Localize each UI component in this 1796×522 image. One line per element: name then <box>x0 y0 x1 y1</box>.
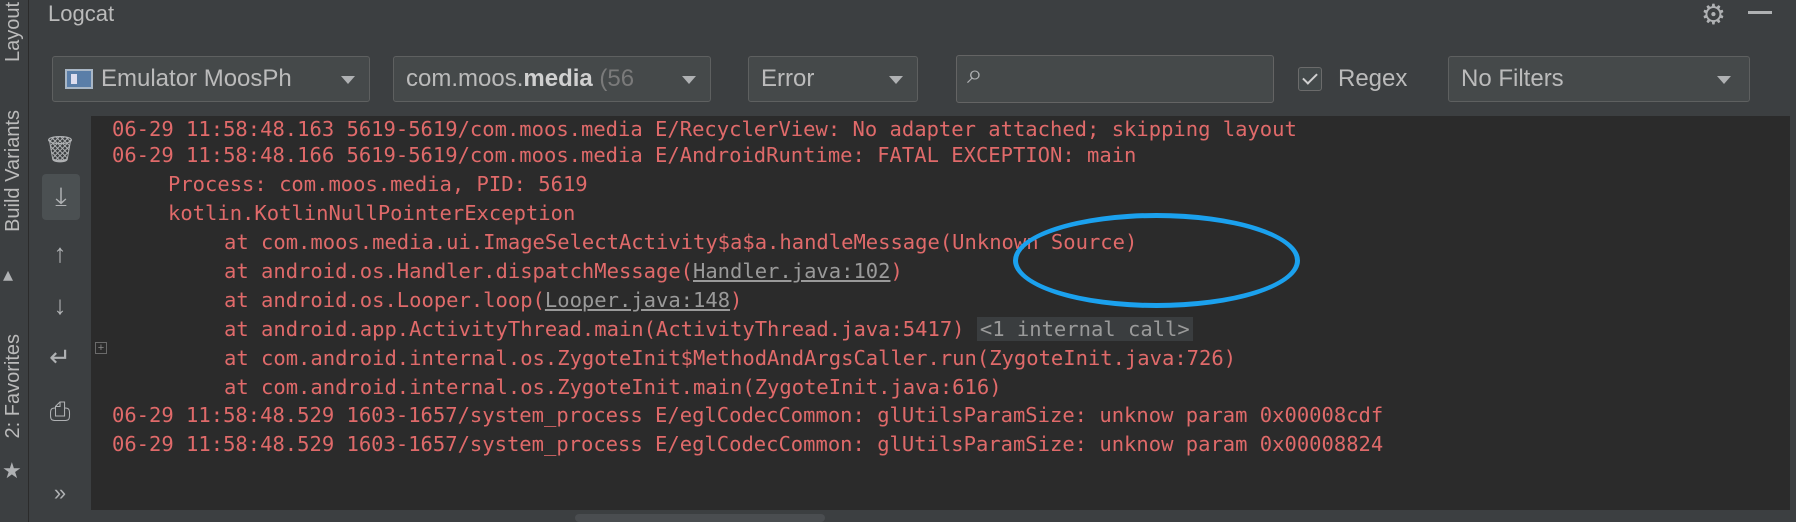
internal-call-fold[interactable]: <1 internal call> <box>976 317 1193 341</box>
down-arrow-icon[interactable]: ↓ <box>29 290 91 321</box>
source-link[interactable]: Handler.java:102 <box>693 259 890 283</box>
process-pid: (56 <box>592 65 635 92</box>
left-tool-strip: Layout Build Variants ▴ 2: Favorites ★ <box>0 0 29 522</box>
regex-label: Regex <box>1338 65 1408 92</box>
log-level-value: Error <box>761 65 815 92</box>
log-line: 06-29 11:58:48.529 1603-1657/system_proc… <box>112 403 1384 427</box>
log-line: at android.os.Looper.loop(Looper.java:14… <box>224 285 742 315</box>
device-dropdown-value: Emulator MoosPh <box>101 65 292 92</box>
logcat-action-gutter: 🗑 ⤓ ↑ ↓ ↵ ⎙ » <box>29 116 91 522</box>
search-input[interactable] <box>1005 62 1269 98</box>
expand-icon[interactable]: » <box>29 480 91 506</box>
scroll-to-end-icon[interactable]: ⤓ <box>42 174 80 220</box>
tool-window-layout[interactable]: Layout <box>2 0 25 62</box>
filter-dropdown-value: No Filters <box>1461 65 1564 92</box>
vertical-scrollbar[interactable] <box>1790 116 1796 510</box>
search-box[interactable]: ⌕ <box>956 55 1274 103</box>
log-line: at android.os.Handler.dispatchMessage(Ha… <box>224 256 903 286</box>
process-prefix: com.moos. <box>406 65 524 92</box>
device-icon <box>65 69 93 89</box>
chevron-down-icon <box>682 76 696 84</box>
tool-window-build-variants-label: Build Variants <box>2 110 24 232</box>
device-dropdown[interactable]: Emulator MoosPh <box>52 56 370 102</box>
up-arrow-icon[interactable]: ↑ <box>29 238 91 269</box>
star-icon: ★ <box>2 458 22 483</box>
panel-title: Logcat <box>48 1 115 26</box>
log-text: ) <box>890 259 903 283</box>
log-text: ) <box>730 288 743 312</box>
source-link[interactable]: Looper.java:148 <box>545 288 730 312</box>
log-line: 06-29 11:58:48.166 5619-5619/com.moos.me… <box>112 143 1137 167</box>
tool-window-build-variants[interactable]: Build Variants <box>2 110 25 232</box>
process-dropdown[interactable]: com.moos.media (56 <box>393 56 711 102</box>
tool-window-layout-label: Layout <box>2 1 24 62</box>
log-line: kotlin.KotlinNullPointerException <box>168 201 576 225</box>
chevron-down-icon <box>1717 76 1731 84</box>
logcat-header: Logcat ⚙ <box>29 0 1796 38</box>
log-text: at android.os.Looper.loop( <box>224 288 545 312</box>
log-level-dropdown[interactable]: Error <box>748 56 918 102</box>
log-line: at android.app.ActivityThread.main(Activ… <box>224 314 1193 344</box>
filter-dropdown[interactable]: No Filters <box>1448 56 1750 102</box>
soft-wrap-icon[interactable]: ↵ <box>29 342 91 373</box>
android-icon: ▴ <box>3 264 14 286</box>
log-line: 06-29 11:58:48.529 1603-1657/system_proc… <box>112 432 1384 456</box>
chevron-down-icon <box>341 76 355 84</box>
log-line: at com.moos.media.ui.ImageSelectActivity… <box>224 230 1138 254</box>
log-text: at android.os.Handler.dispatchMessage( <box>224 259 693 283</box>
print-icon[interactable]: ⎙ <box>29 396 91 428</box>
tool-window-favorites-label: 2: Favorites <box>2 334 24 439</box>
log-line: Process: com.moos.media, PID: 5619 <box>168 172 588 196</box>
search-icon[interactable]: ⌕ <box>967 58 983 91</box>
process-name-bold: media <box>523 65 593 92</box>
chevron-down-icon <box>889 76 903 84</box>
minimize-icon[interactable] <box>1748 11 1772 14</box>
tool-window-favorites[interactable]: 2: Favorites <box>2 334 25 438</box>
fold-plus-icon[interactable]: + <box>95 342 107 354</box>
log-output[interactable]: + 06-29 11:58:48.163 5619-5619/com.moos.… <box>91 116 1796 510</box>
regex-checkbox[interactable] <box>1298 67 1322 91</box>
horizontal-scrollbar[interactable] <box>91 510 1796 522</box>
process-dropdown-value: com.moos.media (56 <box>406 57 634 101</box>
highlight-ellipse <box>1013 213 1300 308</box>
log-line: at com.android.internal.os.ZygoteInit$Me… <box>224 346 1237 370</box>
log-line: at com.android.internal.os.ZygoteInit.ma… <box>224 375 1002 399</box>
log-text: at android.app.ActivityThread.main(Activ… <box>224 317 965 341</box>
gear-icon[interactable]: ⚙ <box>1701 0 1726 31</box>
horizontal-scrollbar-thumb[interactable] <box>575 514 825 522</box>
trash-icon[interactable]: 🗑 <box>29 134 91 165</box>
